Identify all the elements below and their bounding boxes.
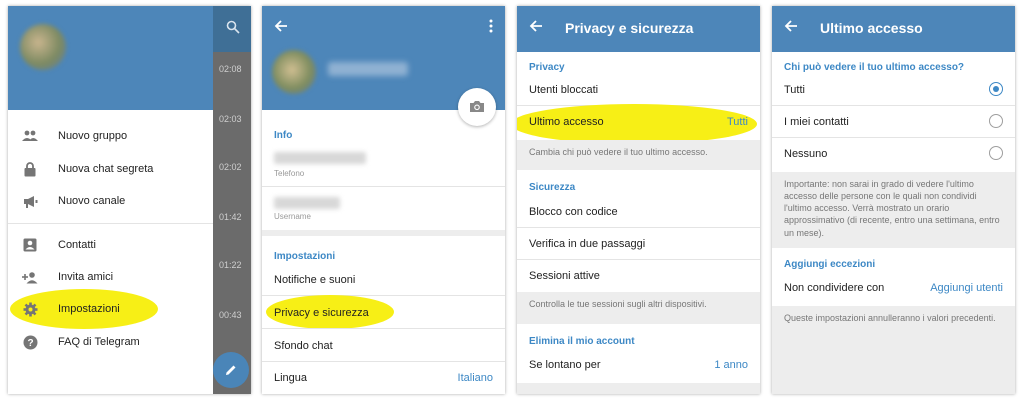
last-seen-screen: Ultimo accesso Chi può vedere il tuo ult…	[772, 6, 1015, 394]
menu-item-label: Invita amici	[58, 271, 114, 283]
menu-item-label: Nuovo gruppo	[58, 130, 128, 142]
row-label: Lingua	[274, 372, 308, 384]
row-label: Blocco con codice	[529, 206, 618, 218]
section-gap	[262, 230, 505, 236]
menu-item-label: Nuovo canale	[58, 195, 126, 207]
menu-item-new-channel[interactable]: Nuovo canale	[8, 185, 213, 217]
megaphone-icon	[22, 193, 38, 209]
row-label: Notifiche e suoni	[274, 274, 356, 286]
back-arrow-icon[interactable]	[274, 19, 288, 38]
row-label: Sessioni attive	[529, 270, 600, 282]
hint-text: Controlla le tue sessioni sugli altri di…	[517, 292, 760, 324]
menu-item-invite-friends[interactable]: Invita amici	[8, 261, 213, 293]
contacts-icon	[22, 237, 38, 253]
section-title-exceptions: Aggiungi eccezioni	[784, 259, 876, 270]
hint-text: Importante: non sarai in grado di vedere…	[772, 172, 1015, 248]
divider	[772, 105, 1015, 106]
divider	[262, 295, 505, 296]
username-blurred	[274, 197, 340, 209]
menu-item-new-group[interactable]: Nuovo gruppo	[8, 120, 213, 152]
row-label: Sfondo chat	[274, 340, 333, 352]
chat-time: 02:03	[219, 114, 242, 124]
menu-item-new-secret-chat[interactable]: Nuova chat segreta	[8, 153, 213, 185]
menu-item-label: Contatti	[58, 239, 96, 251]
row-label: Verifica in due passaggi	[529, 238, 646, 250]
menu-item-label: FAQ di Telegram	[58, 336, 140, 348]
more-vert-icon[interactable]	[489, 19, 493, 36]
chat-time: 02:08	[219, 64, 242, 74]
drawer-header	[8, 6, 213, 110]
row-label: Privacy e sicurezza	[274, 307, 369, 319]
divider	[262, 186, 505, 187]
help-icon: ?	[22, 334, 38, 350]
camera-icon[interactable]	[458, 88, 496, 126]
profile-name-blurred	[328, 62, 408, 76]
divider	[262, 361, 505, 362]
drawer-screen: 02:08 02:03 02:02 01:42 01:22 00:43 Nuov…	[8, 6, 251, 394]
back-arrow-icon[interactable]	[784, 19, 798, 38]
menu-item-label: Nuova chat segreta	[58, 163, 154, 175]
radio-selected-icon[interactable]	[989, 82, 1003, 96]
page-title: Privacy e sicurezza	[565, 20, 694, 36]
avatar[interactable]	[20, 24, 66, 70]
group-icon	[22, 128, 38, 144]
avatar[interactable]	[272, 50, 316, 94]
page-title: Ultimo accesso	[820, 20, 923, 36]
chat-time: 01:42	[219, 212, 242, 222]
row-label: Se lontano per	[529, 359, 601, 371]
row-label: Utenti bloccati	[529, 84, 599, 96]
chat-time: 01:22	[219, 260, 242, 270]
privacy-screen: Privacy e sicurezza Privacy Utenti blocc…	[517, 6, 760, 394]
divider	[772, 137, 1015, 138]
row-value: 1 anno	[714, 359, 748, 371]
gear-icon	[22, 301, 38, 317]
divider	[262, 328, 505, 329]
radio-label: Nessuno	[784, 148, 828, 160]
radio-unselected-icon[interactable]	[989, 146, 1003, 160]
hint-text: Queste impostazioni annulleranno i valor…	[772, 306, 1015, 394]
back-arrow-icon[interactable]	[529, 19, 543, 38]
menu-item-contacts[interactable]: Contatti	[8, 229, 213, 261]
compose-pencil-button[interactable]	[213, 352, 249, 388]
radio-label: I miei contatti	[784, 116, 849, 128]
hint-text: Cambia chi può vedere il tuo ultimo acce…	[517, 140, 760, 170]
row-value: Italiano	[457, 372, 493, 384]
settings-screen: Info Telefono Username Impostazioni Noti…	[262, 6, 505, 394]
radio-label: Tutti	[784, 84, 805, 96]
phone-sub-label: Telefono	[274, 169, 305, 178]
search-icon[interactable]	[226, 20, 242, 36]
phone-number-blurred	[274, 152, 366, 164]
navigation-drawer: Nuovo gruppo Nuova chat segreta Nuovo ca…	[8, 6, 213, 394]
section-title-settings: Impostazioni	[274, 251, 336, 262]
row-label: Ultimo accesso	[529, 116, 604, 128]
section-title-privacy: Privacy	[529, 62, 565, 73]
add-person-icon	[22, 269, 38, 285]
username-sub-label: Username	[274, 212, 311, 221]
menu-item-faq[interactable]: ? FAQ di Telegram	[8, 326, 213, 358]
svg-text:?: ?	[27, 338, 33, 349]
divider	[517, 259, 760, 260]
app-bar: Ultimo accesso	[772, 6, 1015, 52]
app-bar: Privacy e sicurezza	[517, 6, 760, 52]
menu-item-settings[interactable]: Impostazioni	[8, 293, 213, 325]
divider	[517, 227, 760, 228]
hint-strip	[517, 383, 760, 394]
section-title-question: Chi può vedere il tuo ultimo accesso?	[784, 62, 965, 73]
section-title-info: Info	[274, 130, 293, 141]
section-title-security: Sicurezza	[529, 182, 576, 193]
row-value: Tutti	[727, 116, 748, 128]
chat-time: 00:43	[219, 310, 242, 320]
radio-unselected-icon[interactable]	[989, 114, 1003, 128]
section-title-delete-account: Elimina il mio account	[529, 336, 635, 347]
lock-icon	[22, 161, 38, 177]
menu-divider	[8, 223, 213, 224]
add-users-link[interactable]: Aggiungi utenti	[930, 282, 1003, 294]
menu-item-label: Impostazioni	[58, 303, 120, 315]
row-label: Non condividere con	[784, 282, 885, 294]
chat-time: 02:02	[219, 162, 242, 172]
